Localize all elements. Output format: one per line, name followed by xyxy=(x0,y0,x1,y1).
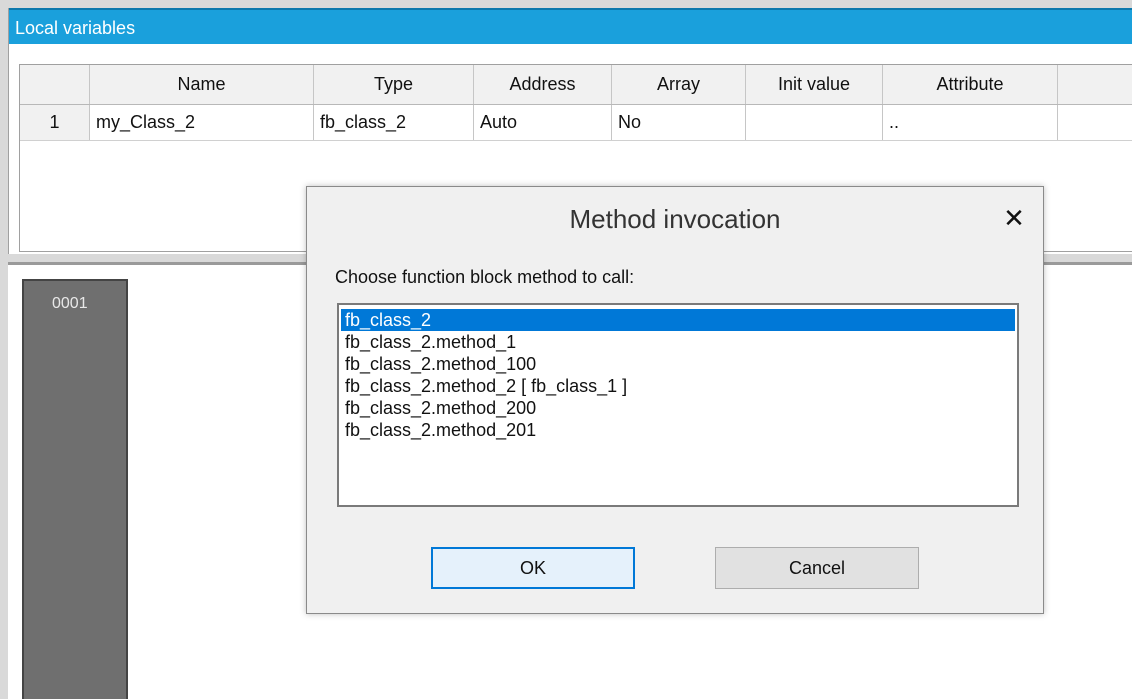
cell-array[interactable]: No xyxy=(612,105,746,140)
app-window: Local variables Name Type Address Array … xyxy=(0,0,1132,699)
method-option[interactable]: fb_class_2.method_201 xyxy=(341,419,1015,441)
method-option[interactable]: fb_class_2.method_2 [ fb_class_1 ] xyxy=(341,375,1015,397)
header-extra xyxy=(1058,65,1132,104)
method-option[interactable]: fb_class_2.method_1 xyxy=(341,331,1015,353)
cell-name[interactable]: my_Class_2 xyxy=(90,105,314,140)
method-option[interactable]: fb_class_2.method_200 xyxy=(341,397,1015,419)
dialog-title: Method invocation xyxy=(569,204,781,234)
header-array[interactable]: Array xyxy=(612,65,746,104)
cell-init-value[interactable] xyxy=(746,105,883,140)
header-name[interactable]: Name xyxy=(90,65,314,104)
dialog-prompt: Choose function block method to call: xyxy=(335,267,635,287)
header-type[interactable]: Type xyxy=(314,65,474,104)
table-header: Name Type Address Array Init value Attri… xyxy=(20,65,1132,105)
cell-type[interactable]: fb_class_2 xyxy=(314,105,474,140)
header-corner[interactable] xyxy=(20,65,90,104)
method-option[interactable]: fb_class_2.method_100 xyxy=(341,353,1015,375)
row-number[interactable]: 1 xyxy=(20,105,90,140)
table-row[interactable]: 1 my_Class_2 fb_class_2 Auto No .. xyxy=(20,105,1132,141)
line-number-gutter: 0001 xyxy=(22,279,128,699)
cell-attribute[interactable]: .. xyxy=(883,105,1058,140)
header-address[interactable]: Address xyxy=(474,65,612,104)
cancel-button[interactable]: Cancel xyxy=(715,547,919,589)
header-init-value[interactable]: Init value xyxy=(746,65,883,104)
method-invocation-dialog: Method invocation ✕ Choose function bloc… xyxy=(306,186,1044,614)
ok-button[interactable]: OK xyxy=(431,547,635,589)
cell-address[interactable]: Auto xyxy=(474,105,612,140)
cell-extra xyxy=(1058,105,1132,140)
close-icon[interactable]: ✕ xyxy=(997,201,1031,235)
line-number: 0001 xyxy=(52,295,88,312)
method-option[interactable]: fb_class_2 xyxy=(341,309,1015,331)
method-listbox[interactable]: fb_class_2 fb_class_2.method_1 fb_class_… xyxy=(337,303,1019,507)
local-variables-title: Local variables xyxy=(9,8,1132,44)
header-attribute[interactable]: Attribute xyxy=(883,65,1058,104)
